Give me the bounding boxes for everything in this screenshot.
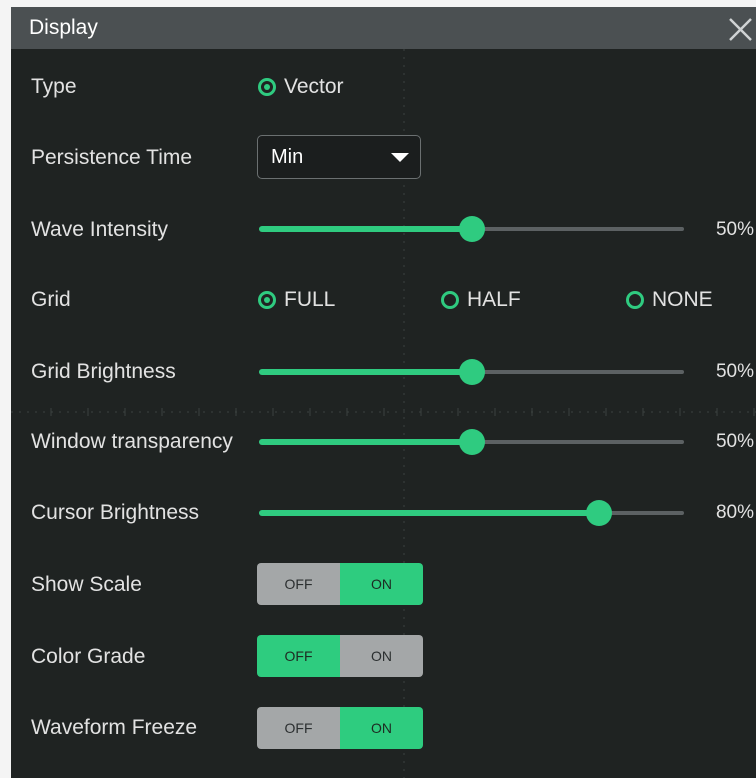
color-grade-on-option[interactable]: ON xyxy=(340,635,423,677)
grid-full-label: FULL xyxy=(284,288,336,311)
grid-brightness-value: 50% xyxy=(715,361,754,382)
show-scale-toggle[interactable]: OFF ON xyxy=(257,563,423,605)
window-transparency-value: 50% xyxy=(715,431,754,452)
slider-thumb[interactable] xyxy=(586,500,612,526)
dialog-title: Display xyxy=(29,16,98,39)
show-scale-off-option[interactable]: OFF xyxy=(257,563,340,605)
wave-intensity-slider[interactable] xyxy=(259,216,684,242)
slider-fill xyxy=(259,369,472,375)
radio-icon xyxy=(626,291,644,309)
close-icon xyxy=(729,18,752,41)
radio-icon xyxy=(258,291,276,309)
grid-brightness-label: Grid Brightness xyxy=(31,360,176,383)
grid-brightness-slider[interactable] xyxy=(259,359,684,385)
display-dialog: Display Type Vector Persistence Time Min… xyxy=(11,7,756,778)
wave-intensity-value: 50% xyxy=(715,219,754,240)
cursor-brightness-slider[interactable] xyxy=(259,500,684,526)
close-button[interactable] xyxy=(723,12,756,45)
type-vector-radio[interactable]: Vector xyxy=(258,75,344,99)
grid-full-radio[interactable]: FULL xyxy=(258,288,335,312)
grid-none-radio[interactable]: NONE xyxy=(626,288,713,312)
waveform-freeze-toggle[interactable]: OFF ON xyxy=(257,707,423,749)
slider-thumb[interactable] xyxy=(458,216,485,242)
caret-down-icon xyxy=(391,153,409,162)
title-bar: Display xyxy=(11,7,756,49)
persistence-time-label: Persistence Time xyxy=(31,146,193,169)
persistence-time-dropdown[interactable]: Min xyxy=(257,135,421,179)
window-transparency-slider[interactable] xyxy=(259,429,684,455)
color-grade-label: Color Grade xyxy=(31,645,146,668)
slider-thumb[interactable] xyxy=(458,429,485,455)
slider-fill xyxy=(259,510,599,516)
type-label: Type xyxy=(31,75,77,98)
grid-label: Grid xyxy=(31,288,71,311)
grid-none-label: NONE xyxy=(652,288,713,311)
waveform-freeze-on-option[interactable]: ON xyxy=(340,707,423,749)
show-scale-on-option[interactable]: ON xyxy=(340,563,423,605)
window-transparency-label: Window transparency xyxy=(31,430,233,453)
type-vector-label: Vector xyxy=(284,75,344,98)
slider-fill xyxy=(259,226,472,232)
slider-thumb[interactable] xyxy=(458,359,485,385)
radio-icon xyxy=(258,78,276,96)
wave-intensity-label: Wave Intensity xyxy=(31,218,168,241)
cursor-brightness-label: Cursor Brightness xyxy=(31,501,200,524)
grid-half-radio[interactable]: HALF xyxy=(441,288,521,312)
color-grade-off-option[interactable]: OFF xyxy=(257,635,340,677)
show-scale-label: Show Scale xyxy=(31,573,142,596)
grid-half-label: HALF xyxy=(467,288,521,311)
persistence-time-value: Min xyxy=(271,146,304,168)
waveform-freeze-off-option[interactable]: OFF xyxy=(257,707,340,749)
color-grade-toggle[interactable]: OFF ON xyxy=(257,635,423,677)
slider-fill xyxy=(259,439,472,445)
radio-icon xyxy=(441,291,459,309)
cursor-brightness-value: 80% xyxy=(715,502,754,523)
waveform-freeze-label: Waveform Freeze xyxy=(31,716,198,739)
